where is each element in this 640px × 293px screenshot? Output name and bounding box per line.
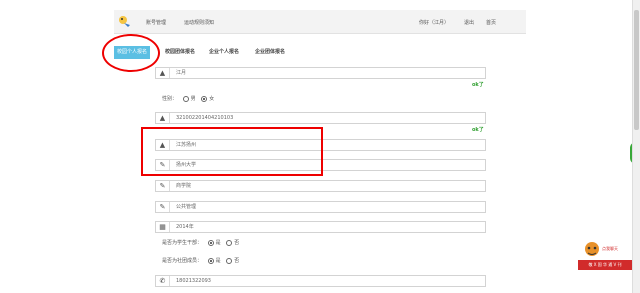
chat-banner: 敬 X 国 华 通 V 刊	[578, 260, 632, 270]
cadre-row: 是否为学生干部： 是 否	[162, 239, 239, 246]
major-field[interactable]: ✎ 公共管理	[155, 201, 486, 213]
name-value: 江月	[176, 70, 187, 76]
scrollbar-thumb[interactable]	[634, 10, 639, 130]
enrollment-year-field[interactable]: ▦ 2014年	[155, 221, 486, 233]
greeting-text: 你好（江月）	[419, 20, 450, 26]
chat-widget[interactable]: 点我聊天 敬 X 国 华 通 V 刊	[578, 240, 632, 276]
tab-campus-team[interactable]: 校园团体报名	[162, 46, 198, 59]
gender-male-label: 男	[190, 96, 196, 102]
club-yes-label: 是	[215, 258, 221, 264]
id-number-value: 321002201404210103	[176, 115, 234, 121]
cadre-no-label: 否	[234, 240, 240, 246]
gender-row: 性别： 男 女	[162, 95, 214, 102]
logo-icon	[119, 16, 130, 27]
id-number-field[interactable]: ▲ 321002201404210103	[155, 112, 486, 124]
person-icon: ▲	[156, 68, 170, 78]
top-header: 账号管理 运动规则须知 你好（江月） 退出 首页	[114, 10, 526, 34]
gender-female-radio[interactable]	[201, 95, 208, 102]
annotation-circle	[102, 34, 160, 72]
pencil-icon: ✎	[156, 181, 170, 191]
pencil-icon: ✎	[156, 202, 170, 212]
club-label: 是否为社团成员：	[162, 258, 203, 264]
cadre-no-radio[interactable]	[226, 239, 233, 246]
phone-icon: ✆	[156, 276, 170, 286]
vertical-scrollbar[interactable]	[632, 0, 640, 293]
person-icon: ▲	[156, 113, 170, 123]
club-row: 是否为社团成员： 是 否	[162, 257, 239, 264]
gender-label: 性别：	[162, 96, 178, 102]
cadre-yes-radio[interactable]	[207, 239, 214, 246]
cadre-label: 是否为学生干部：	[162, 240, 203, 246]
club-yes-radio[interactable]	[207, 257, 214, 264]
name-ok-mark: ok了	[472, 82, 484, 88]
nav-notice-link[interactable]: 运动规则须知	[184, 19, 214, 26]
name-field[interactable]: ▲ 江月	[155, 67, 486, 79]
home-link[interactable]: 首页	[486, 19, 496, 26]
calendar-icon: ▦	[156, 222, 170, 232]
cadre-yes-label: 是	[215, 240, 221, 246]
college-field[interactable]: ✎ 商学院	[155, 180, 486, 192]
tab-company-individual[interactable]: 企业个人报名	[206, 46, 242, 59]
college-value: 商学院	[176, 183, 192, 189]
enrollment-year-value: 2014年	[176, 224, 194, 230]
major-value: 公共管理	[176, 204, 197, 210]
phone-field[interactable]: ✆ 18021322093	[155, 275, 486, 287]
club-no-radio[interactable]	[226, 257, 233, 264]
annotation-box	[141, 127, 323, 176]
tab-company-team[interactable]: 企业团体报名	[252, 46, 288, 59]
gender-female-label: 女	[209, 96, 215, 102]
chat-bubble-text: 点我聊天	[602, 246, 618, 251]
id-ok-mark: ok了	[472, 127, 484, 133]
phone-value: 18021322093	[176, 278, 211, 284]
mascot-icon	[585, 242, 599, 256]
club-no-label: 否	[234, 258, 240, 264]
gender-male-radio[interactable]	[182, 95, 189, 102]
logout-link[interactable]: 退出	[464, 19, 474, 26]
nav-account-link[interactable]: 账号管理	[146, 19, 166, 26]
